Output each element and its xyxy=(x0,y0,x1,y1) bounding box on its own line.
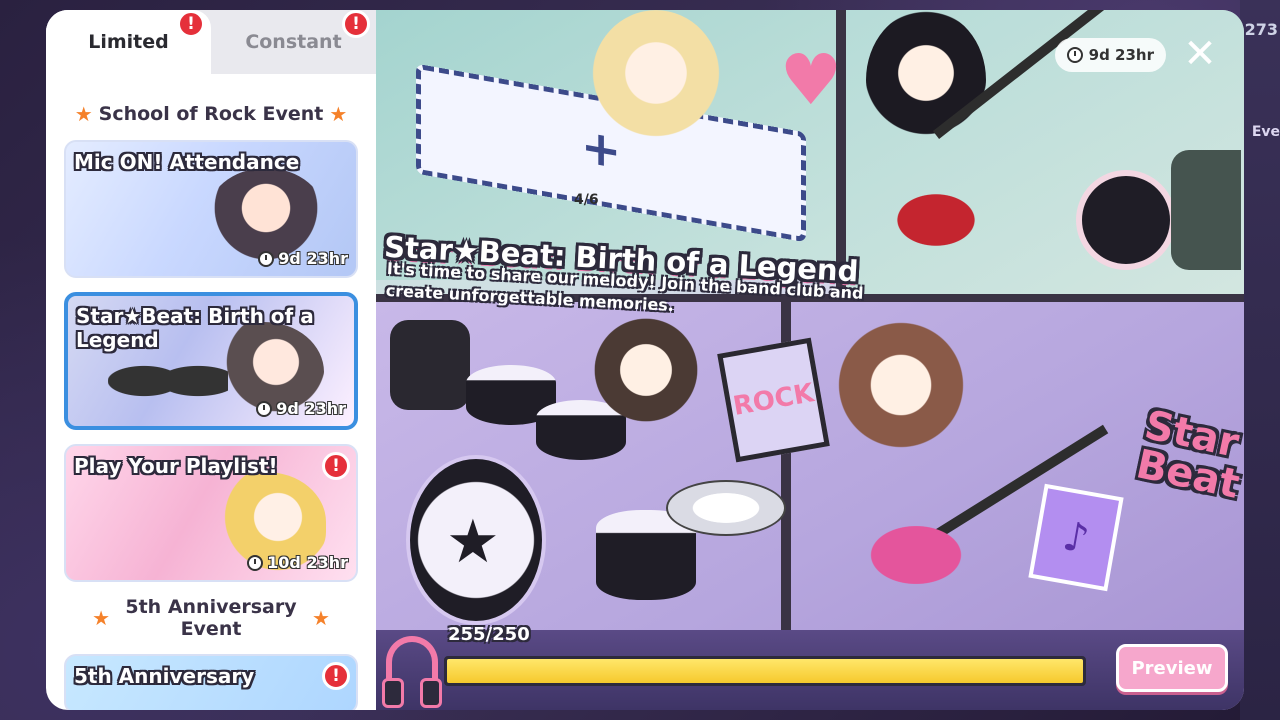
bear-sticker-icon xyxy=(1076,170,1176,270)
event-list: Mic ON! Attendance 9d 23hr Star★Beat: Bi… xyxy=(46,140,376,710)
preview-button[interactable]: Preview xyxy=(1116,644,1228,692)
section-title-5th-anniversary: ★ 5th Anniversary Event ★ xyxy=(64,596,358,640)
event-card-mic-on-attendance[interactable]: Mic ON! Attendance 9d 23hr xyxy=(64,140,358,278)
keyboard-count: 4/6 xyxy=(574,192,599,208)
clock-icon xyxy=(247,554,264,571)
event-card-star-beat[interactable]: Star★Beat: Birth of a Legend 9d 23hr xyxy=(64,292,358,430)
event-card-title: Play Your Playlist! xyxy=(74,454,278,478)
event-card-5th-anniversary[interactable]: 5th Anniversary ! xyxy=(64,654,358,710)
event-list-panel: Limited ! Constant ! ★ School of Rock Ev… xyxy=(46,10,376,710)
banner-timer-text: 9d 23hr xyxy=(1088,46,1154,64)
star-icon: ★ xyxy=(92,606,110,630)
background-event-label: Eve xyxy=(1251,124,1280,140)
clock-icon xyxy=(1066,47,1083,63)
character-drummer xyxy=(586,310,706,430)
banner-timer: 9d 23hr xyxy=(1054,38,1166,72)
event-card-timer-text: 9d 23hr xyxy=(276,399,346,418)
red-guitar-icon xyxy=(876,180,996,260)
clock-icon xyxy=(256,400,273,417)
alert-icon: ! xyxy=(177,10,205,38)
character-guitarist xyxy=(826,310,976,460)
event-card-title: 5th Anniversary xyxy=(74,664,255,688)
alert-icon: ! xyxy=(322,662,350,690)
rock-sticker: ROCK xyxy=(717,337,830,463)
background-counter: 273 xyxy=(1244,20,1278,39)
clock-icon xyxy=(258,250,275,267)
star-icon: ★ xyxy=(312,606,330,630)
event-card-timer: 9d 23hr xyxy=(258,249,348,268)
event-card-timer: 9d 23hr xyxy=(256,399,346,418)
section-title-school-of-rock: ★ School of Rock Event ★ xyxy=(46,102,376,126)
tab-limited-label: Limited xyxy=(88,31,169,53)
event-card-play-your-playlist[interactable]: Play Your Playlist! ! 10d 23hr xyxy=(64,444,358,582)
progress-bar-fill xyxy=(447,659,1083,683)
progress-bar xyxy=(444,656,1086,686)
alert-icon: ! xyxy=(322,452,350,480)
alert-icon: ! xyxy=(342,10,370,38)
backpack-icon xyxy=(1171,150,1241,270)
section-title-label: School of Rock Event xyxy=(98,103,324,125)
tab-limited[interactable]: Limited ! xyxy=(46,10,211,74)
bass-drum: ★ xyxy=(406,455,546,625)
tab-constant[interactable]: Constant ! xyxy=(211,10,376,74)
event-card-title: Star★Beat: Birth of a Legend xyxy=(76,304,314,352)
tab-constant-label: Constant xyxy=(245,31,342,53)
tab-bar: Limited ! Constant ! xyxy=(46,10,376,74)
event-card-timer-text: 9d 23hr xyxy=(278,249,348,268)
headphones-icon xyxy=(382,636,442,708)
cymbal xyxy=(666,480,786,536)
event-card-title: Mic ON! Attendance xyxy=(74,150,300,174)
backpack-icon xyxy=(390,320,470,410)
star-icon: ★ xyxy=(74,102,93,126)
background-right-strip: 273 Eve xyxy=(1240,0,1280,720)
progress-label: 255/250 xyxy=(448,624,530,645)
character-dark-hair xyxy=(866,10,986,150)
event-card-timer-text: 10d 23hr xyxy=(267,553,348,572)
event-banner: + 4/6 ♥ 9d 23hr ✕ Star★Beat: Birth of a … xyxy=(376,10,1244,710)
heart-sticker-icon: ♥ xyxy=(779,39,843,121)
music-note-sticker-icon: ♪ xyxy=(1028,483,1124,592)
close-button[interactable]: ✕ xyxy=(1178,31,1222,77)
character-blonde xyxy=(591,10,721,150)
section-title-label: 5th Anniversary Event xyxy=(125,596,297,640)
star-icon: ★ xyxy=(329,102,348,126)
event-card-timer: 10d 23hr xyxy=(247,553,348,572)
pink-guitar-icon xyxy=(846,510,986,600)
star-icon: ★ xyxy=(446,507,500,577)
